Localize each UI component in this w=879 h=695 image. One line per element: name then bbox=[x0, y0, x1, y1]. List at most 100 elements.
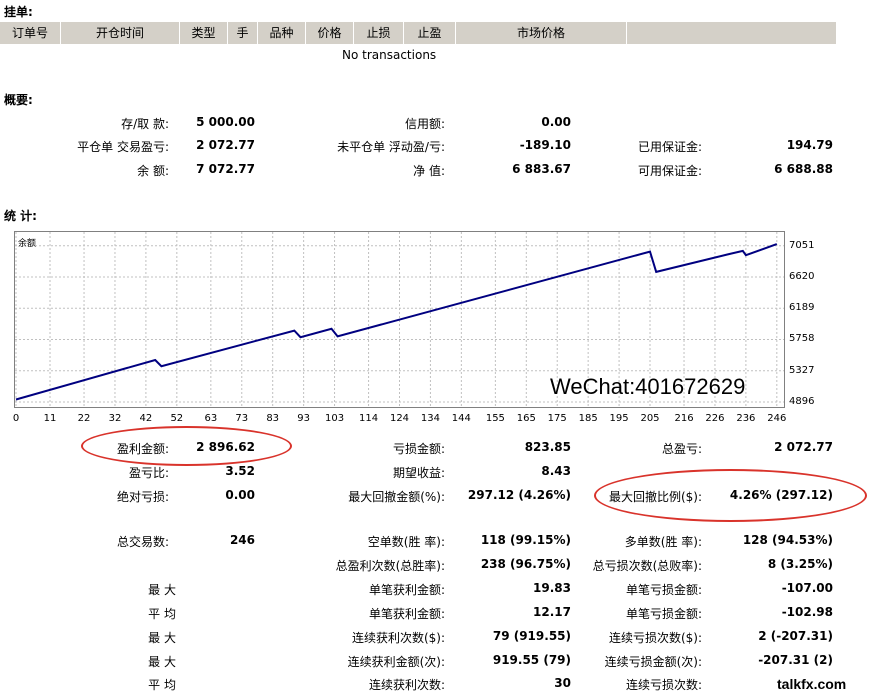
average-label: 平 均 bbox=[148, 607, 176, 621]
closed-pl-label: 平仓单 交易盈亏: bbox=[77, 140, 169, 154]
margin-label: 已用保证金: bbox=[637, 140, 702, 154]
x-tick-label: 32 bbox=[108, 413, 122, 424]
no-transactions-text: No transactions bbox=[342, 48, 437, 62]
max-consecutive-profit-value: 919.55 (79) bbox=[492, 653, 571, 667]
x-tick-label: 73 bbox=[235, 413, 249, 424]
max-drawdown-label: 最大回撤金额(%): bbox=[348, 490, 445, 504]
largest-profit-label: 单笔获利金额: bbox=[368, 583, 445, 597]
x-tick-label: 103 bbox=[325, 413, 345, 424]
equity-value: 6 883.67 bbox=[512, 162, 571, 176]
balance-label: 余 额: bbox=[137, 164, 169, 178]
free-margin-label: 可用保证金: bbox=[637, 164, 702, 178]
summary-section-title: 概要: bbox=[4, 93, 33, 107]
expected-payoff-label: 期望收益: bbox=[392, 466, 445, 480]
absolute-drawdown-label: 绝对亏损: bbox=[116, 490, 169, 504]
col-lots[interactable]: 手 bbox=[228, 22, 258, 44]
x-tick-label: 42 bbox=[139, 413, 153, 424]
col-type[interactable]: 类型 bbox=[180, 22, 228, 44]
profit-factor-value: 3.52 bbox=[225, 464, 255, 478]
col-symbol[interactable]: 品种 bbox=[258, 22, 306, 44]
x-tick-label: 155 bbox=[485, 413, 505, 424]
y-tick-label: 5327 bbox=[789, 364, 815, 376]
balance-value: 7 072.77 bbox=[196, 162, 255, 176]
x-tick-label: 22 bbox=[77, 413, 91, 424]
largest-loss-value: -107.00 bbox=[781, 581, 833, 595]
col-tp[interactable]: 止盈 bbox=[404, 22, 456, 44]
x-tick-label: 11 bbox=[43, 413, 57, 424]
deposit-value: 5 000.00 bbox=[196, 115, 255, 129]
profit-trades-value: 238 (96.75%) bbox=[480, 557, 571, 571]
x-tick-label: 195 bbox=[609, 413, 629, 424]
floating-pl-value: -189.10 bbox=[519, 138, 571, 152]
y-tick-label: 7051 bbox=[789, 239, 815, 251]
col-sl[interactable]: 止损 bbox=[354, 22, 404, 44]
pending-table-header: 订单号 开仓时间 类型 手 品种 价格 止损 止盈 市场价格 bbox=[0, 22, 836, 44]
x-tick-label: 93 bbox=[297, 413, 310, 424]
profit-factor-label: 盈亏比: bbox=[128, 466, 169, 480]
col-market-price[interactable]: 市场价格 bbox=[456, 22, 627, 44]
long-positions-value: 128 (94.53%) bbox=[742, 533, 833, 547]
maximum-label: 最 大 bbox=[148, 631, 176, 645]
x-tick-label: 236 bbox=[736, 413, 756, 424]
largest-profit-value: 19.83 bbox=[533, 581, 571, 595]
average-consecutive-wins-value: 30 bbox=[554, 676, 571, 690]
max-consecutive-wins-value: 79 (919.55) bbox=[492, 629, 571, 643]
max-drawdown-value: 297.12 (4.26%) bbox=[467, 488, 571, 502]
col-order[interactable]: 订单号 bbox=[0, 22, 61, 44]
relative-drawdown-highlight-oval bbox=[594, 469, 867, 522]
y-tick-label: 6620 bbox=[789, 270, 815, 282]
max-consecutive-losses-value: 2 (-207.31) bbox=[758, 629, 833, 643]
short-positions-value: 118 (99.15%) bbox=[480, 533, 571, 547]
y-tick-label: 6189 bbox=[789, 302, 815, 314]
average-consecutive-losses-label: 连续亏损次数: bbox=[625, 678, 702, 692]
x-tick-label: 134 bbox=[420, 413, 440, 424]
col-open-time[interactable]: 开仓时间 bbox=[61, 22, 180, 44]
x-tick-label: 185 bbox=[578, 413, 598, 424]
average-loss-value: -102.98 bbox=[781, 605, 833, 619]
floating-pl-label: 未平仓单 浮动盈/亏: bbox=[337, 140, 445, 154]
total-trades-label: 总交易数: bbox=[116, 535, 169, 549]
credit-label: 信用额: bbox=[404, 117, 445, 131]
maximal-label: 最 大 bbox=[148, 655, 176, 669]
y-tick-label: 5758 bbox=[789, 333, 815, 345]
average-profit-label: 单笔获利金额: bbox=[368, 607, 445, 621]
talkfx-logo: talkfx.com bbox=[777, 676, 847, 692]
total-pl-label: 总盈亏: bbox=[661, 442, 702, 456]
total-pl-value: 2 072.77 bbox=[774, 440, 833, 454]
expected-payoff-value: 8.43 bbox=[541, 464, 571, 478]
gross-loss-label: 亏损金额: bbox=[392, 442, 445, 456]
free-margin-value: 6 688.88 bbox=[774, 162, 833, 176]
max-consecutive-wins-label: 连续获利次数($): bbox=[351, 631, 445, 645]
max-consecutive-loss-label: 连续亏损金额(次): bbox=[604, 655, 702, 669]
absolute-drawdown-value: 0.00 bbox=[225, 488, 255, 502]
gross-profit-highlight-oval bbox=[81, 426, 292, 466]
average-loss-label: 单笔亏损金额: bbox=[625, 607, 702, 621]
loss-trades-value: 8 (3.25%) bbox=[767, 557, 833, 571]
col-price[interactable]: 价格 bbox=[306, 22, 354, 44]
average-consecutive-wins-label: 连续获利次数: bbox=[368, 678, 445, 692]
x-tick-label: 165 bbox=[516, 413, 536, 424]
profit-trades-label: 总盈利次数(总胜率): bbox=[335, 559, 445, 573]
x-tick-label: 175 bbox=[547, 413, 567, 424]
x-tick-label: 124 bbox=[389, 413, 410, 424]
short-positions-label: 空单数(胜 率): bbox=[367, 535, 445, 549]
x-tick-label: 52 bbox=[170, 413, 184, 424]
x-tick-label: 144 bbox=[451, 413, 471, 424]
wechat-watermark: WeChat:401672629 bbox=[550, 374, 746, 399]
x-tick-label: 226 bbox=[705, 413, 725, 424]
x-tick-label: 216 bbox=[674, 413, 694, 424]
x-tick-label: 0 bbox=[12, 413, 20, 424]
x-tick-label: 246 bbox=[767, 413, 787, 424]
max-consecutive-profit-label: 连续获利金额(次): bbox=[347, 655, 445, 669]
pending-section-title: 挂单: bbox=[4, 5, 33, 19]
x-tick-label: 83 bbox=[266, 413, 280, 424]
gross-loss-value: 823.85 bbox=[524, 440, 571, 454]
x-tick-label: 205 bbox=[640, 413, 660, 424]
long-positions-label: 多单数(胜 率): bbox=[624, 535, 702, 549]
average-consecutive-label: 平 均 bbox=[148, 678, 176, 692]
deposit-label: 存/取 款: bbox=[121, 117, 169, 131]
max-consecutive-losses-label: 连续亏损次数($): bbox=[608, 631, 702, 645]
credit-value: 0.00 bbox=[541, 115, 571, 129]
loss-trades-label: 总亏损次数(总败率): bbox=[592, 559, 702, 573]
equity-label: 净 值: bbox=[413, 164, 445, 178]
